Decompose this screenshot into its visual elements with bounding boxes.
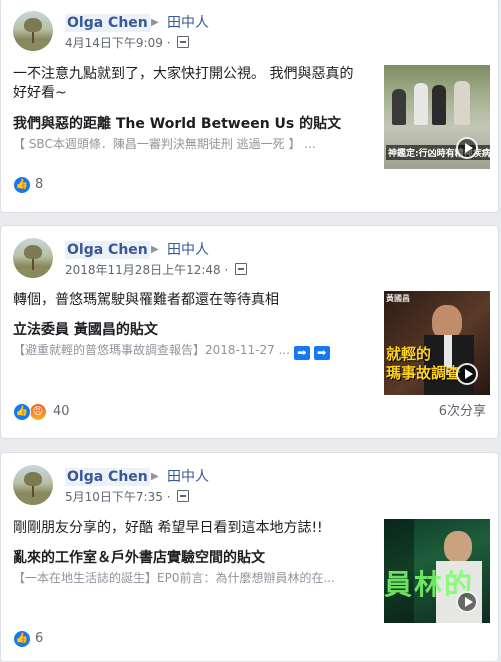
play-icon[interactable]	[456, 363, 478, 385]
globe-privacy-icon[interactable]	[177, 36, 190, 48]
globe-privacy-icon[interactable]	[235, 263, 248, 275]
shared-post-excerpt[interactable]: 【一本在地生活誌的誕生】EP0前言：為什麼想辦員林的在...	[13, 570, 369, 586]
author-name-link[interactable]: Olga Chen	[65, 14, 150, 32]
shared-post-title[interactable]: 我們與惡的距離 The World Between Us 的貼文	[13, 115, 341, 133]
post-message: 剛剛朋友分享的，好酷 希望早日看到這本地方誌!!	[13, 520, 323, 536]
like-icon: 👍	[13, 630, 31, 648]
target-group-link[interactable]: 田中人	[167, 241, 209, 259]
timestamp-link[interactable]: 4月14日下午9:09	[65, 36, 163, 50]
author-avatar[interactable]	[13, 238, 53, 278]
thumbnail-caption-top: 黃國昌	[386, 294, 410, 303]
post-message: 一不注意九點就到了，大家快打開公視。 我們與惡真的好好看~	[13, 66, 354, 101]
target-group-link[interactable]: 田中人	[167, 14, 209, 32]
play-icon[interactable]	[456, 591, 478, 613]
post-card-2: Olga Chen ▶ 田中人 2018年11月28日上午12:48 · 轉個，…	[0, 225, 499, 439]
shared-post-title[interactable]: 立法委員 黃國昌的貼文	[13, 321, 158, 339]
video-thumbnail[interactable]: 員林的	[384, 519, 490, 623]
post-meta: 4月14日下午9:09 ·	[65, 35, 190, 51]
target-group-link[interactable]: 田中人	[167, 468, 209, 486]
share-count-link[interactable]: 6次分享	[439, 403, 486, 421]
angry-icon: 😠	[29, 403, 47, 421]
reaction-count[interactable]: 6	[35, 630, 43, 648]
like-icon: 👍	[13, 403, 31, 421]
like-icon: 👍	[13, 176, 31, 194]
meta-separator: ·	[166, 36, 171, 50]
arrow-right-icon: ➡	[293, 346, 310, 360]
meta-separator: ·	[224, 263, 229, 277]
play-icon[interactable]	[456, 137, 478, 159]
video-thumbnail[interactable]: 黃國昌 就輕的 瑪事故調查	[384, 291, 490, 395]
arrow-right-icon: ▶	[151, 244, 159, 255]
globe-privacy-icon[interactable]	[177, 490, 190, 502]
reaction-count[interactable]: 40	[53, 403, 70, 421]
meta-separator: ·	[166, 490, 171, 504]
author-name-link[interactable]: Olga Chen	[65, 241, 150, 259]
post-message: 轉個，普悠瑪駕駛與罹難者都還在等待真相	[13, 292, 279, 308]
shared-post-excerpt[interactable]: 【避重就輕的普悠瑪事故調查報告】2018-11-27 ... ➡ ➡	[13, 342, 358, 360]
post-card-1: Olga Chen ▶ 田中人 4月14日下午9:09 · 一不注意九點就到了，…	[0, 0, 499, 213]
post-card-3: Olga Chen ▶ 田中人 5月10日下午7:35 · 剛剛朋友分享的，好酷…	[0, 452, 499, 662]
shared-post-excerpt[interactable]: 【 SBC本週頭條．陳昌一審判決無期徒刑 逃過一死 】 ...	[13, 136, 353, 152]
arrow-right-icon: ▶	[151, 17, 159, 28]
arrow-right-icon: ➡	[313, 346, 330, 360]
thumbnail-caption-line1: 就輕的	[386, 345, 432, 363]
reaction-count[interactable]: 8	[35, 176, 43, 194]
timestamp-link[interactable]: 5月10日下午7:35	[65, 490, 163, 504]
post-meta: 5月10日下午7:35 ·	[65, 489, 190, 505]
video-thumbnail[interactable]: 神鑑定:行凶時有精神疾病	[384, 65, 490, 169]
shared-excerpt-text: 【避重就輕的普悠瑪事故調查報告】2018-11-27 ...	[13, 343, 290, 357]
shared-post-title[interactable]: 亂來的工作室＆戶外書店實驗空間的貼文	[13, 549, 265, 567]
author-avatar[interactable]	[13, 465, 53, 505]
thumbnail-caption-line2: 瑪事故調查	[386, 364, 462, 382]
post-meta: 2018年11月28日上午12:48 ·	[65, 262, 248, 278]
arrow-right-icon: ▶	[151, 471, 159, 482]
author-avatar[interactable]	[13, 11, 53, 51]
timestamp-link[interactable]: 2018年11月28日上午12:48	[65, 263, 221, 277]
author-name-link[interactable]: Olga Chen	[65, 468, 150, 486]
